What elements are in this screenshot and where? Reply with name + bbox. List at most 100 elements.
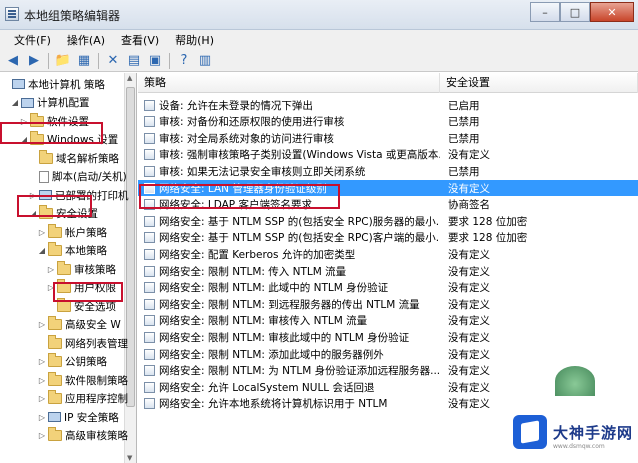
expand-toggle-icon[interactable]: ▷ (38, 376, 46, 385)
column-header-setting[interactable]: 安全设置 (440, 73, 638, 93)
scroll-down-icon[interactable]: ▼ (127, 454, 132, 462)
menu-help[interactable]: 帮助(H) (167, 32, 222, 48)
back-arrow-icon[interactable]: ◀ (4, 52, 22, 70)
expand-toggle-icon[interactable]: ▷ (47, 265, 55, 274)
setting-cell: 没有定义 (448, 398, 490, 411)
folder-up-icon[interactable]: 📁 (54, 52, 72, 70)
table-row[interactable]: 网络安全: 限制 NTLM: 此域中的 NTLM 身份验证 没有定义 (138, 280, 638, 296)
tree-item[interactable]: ◢ 本地策略 (38, 242, 107, 259)
policy-icon (144, 282, 155, 294)
properties-icon[interactable]: ▤ (125, 52, 143, 70)
expand-toggle-icon[interactable]: ▷ (38, 431, 46, 440)
policy-icon (144, 331, 155, 343)
help-icon[interactable]: ? (175, 52, 193, 70)
table-row[interactable]: 审核: 如果无法记录安全审核则立即关闭系统 已禁用 (138, 163, 638, 179)
title-bar: 本地组策略编辑器 – □ ✕ (0, 0, 638, 30)
policy-name: 网络安全: 允许 LocalSystem NULL 会话回退 (159, 381, 375, 394)
menu-bar: 文件(F) 操作(A) 查看(V) 帮助(H) (0, 30, 638, 50)
tree-item[interactable]: ◢ 计算机配置 (11, 95, 90, 111)
maximize-button[interactable]: □ (560, 2, 590, 22)
watermark-url: www.dsmqw.com (553, 443, 605, 450)
menu-action[interactable]: 操作(A) (59, 32, 113, 48)
tree-item-label: 帐户策略 (65, 226, 107, 239)
toolbar: ◀ ▶ 📁 ▦ ✕ ▤ ▣ ? ▥ (0, 50, 638, 72)
expand-toggle-icon[interactable]: ▷ (38, 413, 46, 422)
expand-toggle-icon[interactable]: ▷ (38, 228, 46, 237)
tree-item-label: 软件限制策略 (65, 374, 128, 387)
table-row[interactable]: 网络安全: 限制 NTLM: 添加此域中的服务器例外 没有定义 (138, 346, 638, 362)
minimize-button[interactable]: – (530, 2, 560, 22)
folder-icon (48, 316, 62, 330)
delete-icon[interactable]: ✕ (104, 52, 122, 70)
tree-item[interactable]: ▷ 软件限制策略 (38, 371, 128, 388)
scroll-thumb[interactable] (126, 87, 135, 407)
setting-cell: 已禁用 (448, 132, 480, 145)
table-row[interactable]: 网络安全: 限制 NTLM: 审核此域中的 NTLM 身份验证 没有定义 (138, 329, 638, 345)
table-row[interactable]: 网络安全: 限制 NTLM: 传入 NTLM 流量 没有定义 (138, 263, 638, 279)
policy-name: 网络安全: 基于 NTLM SSP 的(包括安全 RPC)客户端的最小... (159, 232, 440, 245)
menu-view[interactable]: 查看(V) (113, 32, 167, 48)
policy-cell: 网络安全: 限制 NTLM: 审核传入 NTLM 流量 (144, 313, 440, 328)
tree-item[interactable]: ▷ 应用程序控制 (38, 390, 128, 407)
expand-toggle-icon[interactable]: ▷ (38, 394, 46, 403)
window-title: 本地组策略编辑器 (24, 9, 121, 23)
policy-cell: 审核: 对全局系统对象的访问进行审核 (144, 131, 440, 146)
setting-cell: 没有定义 (448, 298, 490, 311)
table-row[interactable]: 网络安全: 限制 NTLM: 到远程服务器的传出 NTLM 流量 没有定义 (138, 296, 638, 312)
table-row[interactable]: 网络安全: 基于 NTLM SSP 的(包括安全 RPC)客户端的最小... 要求… (138, 230, 638, 246)
policy-cell: 网络安全: 基于 NTLM SSP 的(包括安全 RPC)客户端的最小... (144, 230, 440, 245)
tree-item[interactable]: 网络列表管理 (38, 334, 128, 351)
table-row[interactable]: 审核: 强制审核策略子类别设置(Windows Vista 或更高版本... 没有… (138, 147, 638, 163)
scroll-up-icon[interactable]: ▲ (127, 74, 132, 82)
list-header: 策略 安全设置 (138, 73, 638, 93)
table-row[interactable]: 审核: 对全局系统对象的访问进行审核 已禁用 (138, 130, 638, 146)
column-header-policy[interactable]: 策略 (138, 73, 440, 93)
setting-cell: 协商签名 (448, 199, 490, 212)
policy-name: 网络安全: 限制 NTLM: 为 NTLM 身份验证添加远程服务器... (159, 365, 440, 378)
forward-arrow-icon[interactable]: ▶ (25, 52, 43, 70)
tree-item-label: 域名解析策略 (56, 152, 119, 165)
table-row[interactable]: 网络安全: 配置 Kerberos 允许的加密类型 没有定义 (138, 246, 638, 262)
tree-item[interactable]: ▷ 审核策略 (47, 260, 116, 277)
menu-file[interactable]: 文件(F) (6, 32, 59, 48)
highlight-lan-manager-policy (139, 184, 340, 209)
policy-icon (144, 348, 155, 360)
tree-item[interactable]: ▷ IP 安全策略 (38, 409, 119, 425)
tree-item[interactable]: ▷ 公钥策略 (38, 353, 107, 370)
toolbar-divider (98, 52, 99, 69)
table-row[interactable]: 网络安全: 基于 NTLM SSP 的(包括安全 RPC)服务器的最小... 要求… (138, 213, 638, 229)
tree-item[interactable]: ▷ 高级安全 W (38, 316, 121, 333)
policy-icon (144, 99, 155, 111)
tree-item-label: 脚本(启动/关机) (52, 171, 127, 183)
policy-cell: 网络安全: 限制 NTLM: 到远程服务器的传出 NTLM 流量 (144, 297, 440, 312)
policy-name: 审核: 对备份和还原权限的使用进行审核 (159, 116, 345, 129)
watermark-brand: 大神手游网 (553, 423, 634, 442)
expand-toggle-icon[interactable]: ▷ (38, 320, 46, 329)
policy-name: 网络安全: 允许本地系统将计算机标识用于 NTLM (159, 398, 388, 411)
filter-icon[interactable]: ▥ (196, 52, 214, 70)
tree-item-label: 本地计算机 策略 (28, 78, 105, 91)
table-row[interactable]: 网络安全: 限制 NTLM: 审核传入 NTLM 流量 没有定义 (138, 313, 638, 329)
setting-cell: 没有定义 (448, 282, 490, 295)
policy-icon (144, 149, 155, 161)
export-list-icon[interactable]: ▣ (146, 52, 164, 70)
table-row[interactable]: 审核: 对备份和还原权限的使用进行审核 已禁用 (138, 114, 638, 130)
tree-item[interactable]: 域名解析策略 (29, 149, 119, 166)
tree-item[interactable]: ▷ 帐户策略 (38, 223, 107, 240)
policy-cell: 网络安全: 限制 NTLM: 传入 NTLM 流量 (144, 264, 440, 279)
expand-toggle-icon[interactable]: ◢ (38, 246, 46, 255)
policy-cell: 网络安全: 允许 LocalSystem NULL 会话回退 (144, 380, 440, 395)
table-row[interactable]: 设备: 允许在未登录的情况下弹出 已启用 (138, 97, 638, 113)
expand-toggle-icon[interactable]: ▷ (38, 357, 46, 366)
policy-icon (144, 398, 155, 410)
expand-toggle-icon[interactable]: ◢ (11, 98, 19, 107)
policy-cell: 设备: 允许在未登录的情况下弹出 (144, 98, 440, 113)
toolbar-divider (169, 52, 170, 69)
tree-item-label: 审核策略 (74, 263, 116, 276)
tree-item[interactable]: 本地计算机 策略 (2, 76, 105, 92)
policy-icon (144, 232, 155, 244)
close-button[interactable]: ✕ (590, 2, 634, 22)
tree-item[interactable]: 脚本(启动/关机) (29, 169, 127, 185)
show-hide-tree-icon[interactable]: ▦ (75, 52, 93, 70)
tree-item[interactable]: ▷ 高级审核策略 (38, 427, 128, 444)
